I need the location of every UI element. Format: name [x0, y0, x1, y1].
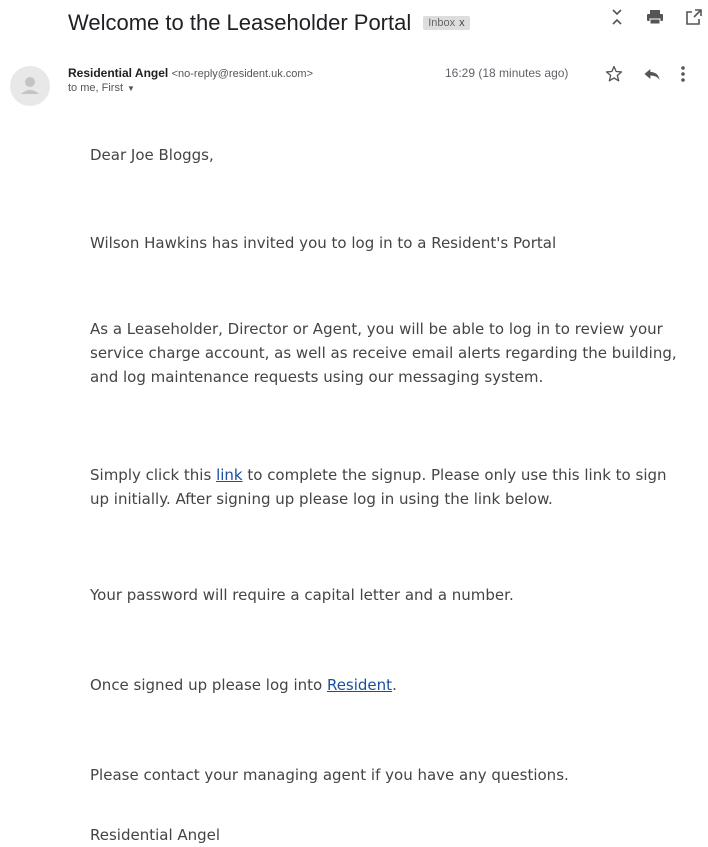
- more-vert-icon[interactable]: [680, 64, 686, 89]
- login-paragraph: Once signed up please log into Resident.: [90, 673, 397, 697]
- sender-line: Residential Angel <no-reply@resident.uk.…: [68, 66, 313, 80]
- reply-icon[interactable]: [642, 64, 662, 89]
- greeting: Dear Joe Bloggs,: [90, 146, 214, 164]
- recipient-line[interactable]: to me, First ▼: [68, 82, 135, 94]
- email-subject-bar: Welcome to the Leaseholder Portal Inbox …: [68, 10, 470, 36]
- thread-actions: [610, 8, 702, 26]
- login-text-after: .: [392, 676, 397, 694]
- password-note: Your password will require a capital let…: [90, 586, 514, 604]
- signup-paragraph: Simply click this link to complete the s…: [90, 463, 680, 511]
- login-text-before: Once signed up please log into: [90, 676, 327, 694]
- avatar-person-icon: [10, 66, 50, 106]
- message-actions: [604, 64, 686, 89]
- sender-name[interactable]: Residential Angel: [68, 66, 168, 80]
- expand-collapse-icon[interactable]: [610, 8, 624, 26]
- email-subject: Welcome to the Leaseholder Portal: [68, 10, 412, 35]
- recipient-text: to me, First: [68, 82, 124, 94]
- inbox-label-text: Inbox: [428, 17, 456, 29]
- inbox-label-chip[interactable]: Inbox x: [423, 16, 470, 30]
- signoff-text: Residential Angel: [90, 826, 221, 844]
- email-timestamp: 16:29 (18 minutes ago): [445, 66, 569, 80]
- new-window-icon[interactable]: [686, 9, 702, 25]
- signup-text-before: Simply click this: [90, 466, 217, 484]
- sender-email: <no-reply@resident.uk.com>: [171, 68, 313, 80]
- contact-text: Please contact your managing agent if yo…: [90, 766, 569, 784]
- description-text: As a Leaseholder, Director or Agent, you…: [90, 320, 677, 386]
- resident-login-link[interactable]: Resident: [327, 676, 392, 694]
- invite-text: Wilson Hawkins has invited you to log in…: [90, 234, 557, 252]
- print-icon[interactable]: [646, 8, 664, 26]
- remove-label-icon[interactable]: x: [459, 17, 465, 29]
- chevron-down-icon[interactable]: ▼: [127, 84, 135, 93]
- star-icon[interactable]: [604, 64, 624, 89]
- signup-link[interactable]: link: [216, 466, 243, 484]
